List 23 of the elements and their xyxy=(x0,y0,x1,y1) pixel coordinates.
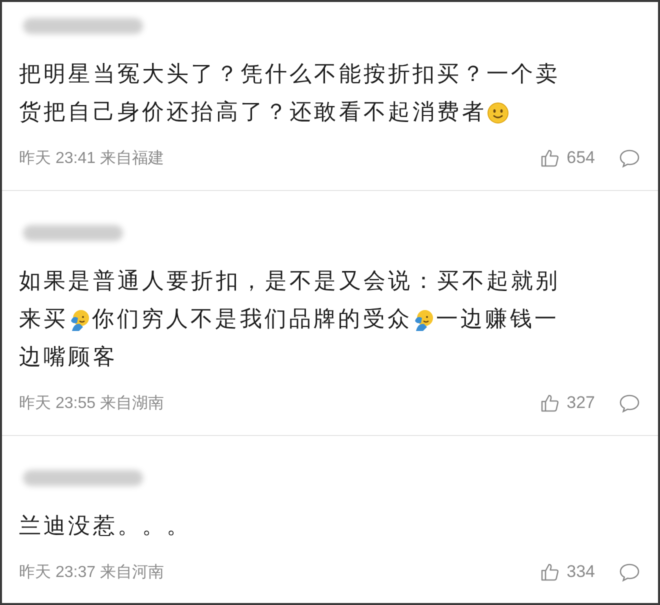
comment-text: 兰迪没惹。。。 xyxy=(19,513,192,541)
emoji-icon xyxy=(69,309,92,331)
comment-text: 如果是普通人要折扣，是不是又会说：买不起就别 xyxy=(19,268,560,296)
comment-meta: 昨天 23:55 来自湖南 xyxy=(19,394,164,414)
emoji-icon xyxy=(487,102,510,124)
comment-icon xyxy=(619,148,640,168)
thumbs-up-icon xyxy=(540,148,560,168)
like-count: 327 xyxy=(566,393,595,413)
comment-meta: 昨天 23:37 来自河南 xyxy=(19,562,164,582)
comment-text: 你们穷人不是我们品牌的受众 xyxy=(92,306,412,334)
comment-text: 货把自己身价还抬高了？还敢看不起消费者 xyxy=(19,99,486,127)
comment-text: 来买 xyxy=(19,306,68,334)
like-count: 334 xyxy=(566,562,595,582)
thumbs-up-icon xyxy=(540,393,560,413)
emoji-icon xyxy=(413,309,436,331)
thumbs-up-icon xyxy=(540,562,560,582)
comment-icon xyxy=(619,394,640,412)
comment-icon xyxy=(619,562,640,582)
like-count: 654 xyxy=(566,148,595,168)
comment-text: 一边赚钱一 xyxy=(436,306,560,334)
comment-text: 把明星当冤大头了？凭什么不能按折扣买？一个卖 xyxy=(19,61,560,89)
comment-meta: 昨天 23:41 来自福建 xyxy=(19,148,164,168)
comment-text: 边嘴顾客 xyxy=(19,344,118,372)
